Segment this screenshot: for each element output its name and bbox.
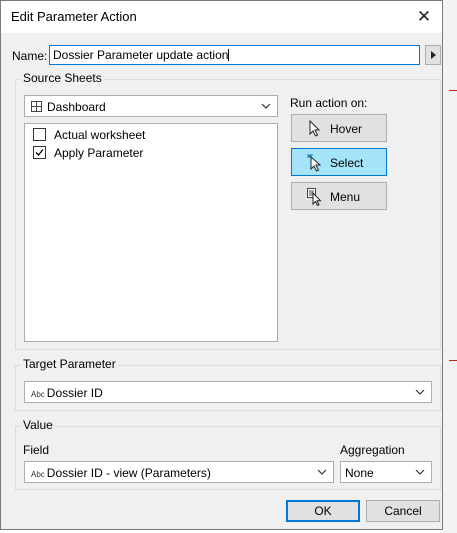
field-value: Dossier ID - view (Parameters) bbox=[46, 466, 211, 480]
select-button[interactable]: Select bbox=[291, 148, 387, 176]
hover-button[interactable]: Hover bbox=[291, 114, 387, 142]
name-input-value: Dossier Parameter update action bbox=[53, 48, 229, 62]
source-sheets-list: Actual worksheet Apply Parameter bbox=[24, 123, 278, 342]
checkbox-checked[interactable] bbox=[33, 146, 46, 159]
name-input[interactable]: Dossier Parameter update action bbox=[49, 45, 420, 65]
title-bar: Edit Parameter Action ✕ bbox=[1, 1, 442, 33]
select-button-label: Select bbox=[330, 156, 364, 170]
value-group-title: Value bbox=[21, 418, 55, 432]
menu-cursor-icon bbox=[307, 188, 322, 206]
cursor-icon bbox=[309, 120, 321, 137]
chevron-down-icon bbox=[415, 469, 425, 475]
hover-button-label: Hover bbox=[330, 122, 363, 136]
background-mark bbox=[449, 360, 457, 361]
select-cursor-icon bbox=[307, 154, 322, 172]
field-value-text: Abc Dossier ID - view (Parameters) bbox=[31, 466, 211, 480]
field-label: Field bbox=[23, 443, 50, 457]
chevron-down-icon bbox=[317, 469, 327, 475]
chevron-down-icon bbox=[261, 103, 271, 109]
checkmark-icon bbox=[35, 149, 44, 156]
edit-parameter-action-dialog: Edit Parameter Action ✕ Name: Dossier Pa… bbox=[0, 0, 443, 530]
field-dropdown[interactable]: Abc Dossier ID - view (Parameters) bbox=[24, 461, 334, 483]
source-sheet-dropdown-value: Dashboard bbox=[47, 100, 106, 114]
source-sheet-dropdown[interactable]: Dashboard bbox=[24, 95, 278, 117]
close-icon[interactable]: ✕ bbox=[410, 3, 438, 31]
dialog-title: Edit Parameter Action bbox=[11, 9, 137, 24]
menu-button-label: Menu bbox=[330, 190, 361, 204]
chevron-down-icon bbox=[415, 389, 425, 395]
sheet-item-label: Apply Parameter bbox=[54, 146, 144, 160]
menu-button[interactable]: Menu bbox=[291, 182, 387, 210]
target-parameter-value-text: Abc Dossier ID bbox=[31, 386, 103, 400]
background-window-edge bbox=[443, 0, 457, 533]
text-type-icon: Abc bbox=[31, 470, 45, 479]
target-parameter-title: Target Parameter bbox=[21, 357, 118, 371]
cancel-button[interactable]: Cancel bbox=[366, 500, 440, 522]
name-label: Name: bbox=[12, 49, 48, 63]
checkbox-unchecked[interactable] bbox=[33, 128, 46, 141]
ok-button[interactable]: OK bbox=[286, 500, 360, 522]
run-action-label: Run action on: bbox=[290, 96, 368, 110]
aggregation-dropdown[interactable]: None bbox=[340, 461, 432, 483]
sheet-item-label: Actual worksheet bbox=[54, 128, 146, 142]
text-type-icon: Abc bbox=[31, 390, 45, 399]
source-sheets-title: Source Sheets bbox=[21, 71, 104, 85]
target-parameter-value: Dossier ID bbox=[46, 386, 103, 400]
aggregation-value: None bbox=[345, 466, 374, 480]
text-caret bbox=[228, 49, 230, 61]
dashboard-grid-icon bbox=[31, 101, 42, 112]
target-parameter-dropdown[interactable]: Abc Dossier ID bbox=[24, 381, 432, 403]
background-mark bbox=[449, 90, 457, 91]
aggregation-label: Aggregation bbox=[340, 443, 405, 457]
insert-field-arrow-button[interactable] bbox=[425, 45, 441, 65]
